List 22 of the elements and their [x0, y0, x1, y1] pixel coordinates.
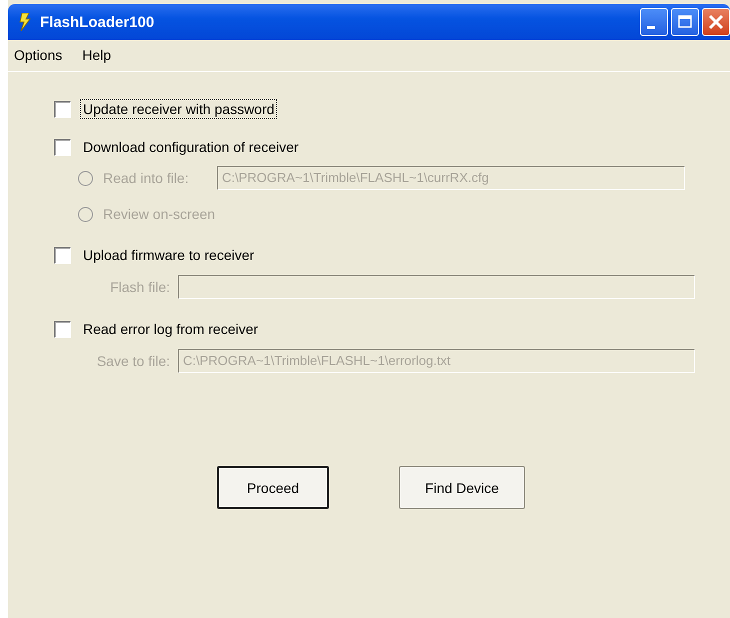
checkbox[interactable] — [54, 100, 71, 118]
minimize-icon — [647, 26, 655, 28]
dialog-button[interactable]: Find Device — [399, 466, 525, 509]
field-label: Flash file: — [109, 279, 171, 295]
close-icon — [706, 12, 726, 32]
file-path-field[interactable] — [178, 275, 695, 299]
checkbox[interactable] — [54, 138, 71, 156]
field-label: Save to file: — [96, 353, 171, 369]
checkbox[interactable] — [54, 246, 71, 264]
checkbox-label[interactable]: Upload firmware to receiver — [80, 245, 258, 265]
dialog-button[interactable]: Proceed — [217, 466, 329, 509]
menu-item[interactable]: Options — [14, 47, 62, 71]
checkbox-label[interactable]: Update receiver with password — [80, 99, 278, 119]
lightning-icon — [18, 13, 32, 31]
checkbox[interactable] — [54, 320, 71, 338]
minimize-button[interactable] — [640, 8, 668, 36]
maximize-button[interactable] — [671, 8, 699, 36]
window-title: FlashLoader100 — [40, 14, 156, 30]
menu-item[interactable]: Help — [82, 47, 112, 71]
checkbox-label[interactable]: Read error log from receiver — [80, 319, 262, 339]
checkbox-label[interactable]: Download configuration of receiver — [80, 137, 302, 157]
close-button[interactable] — [702, 8, 730, 36]
